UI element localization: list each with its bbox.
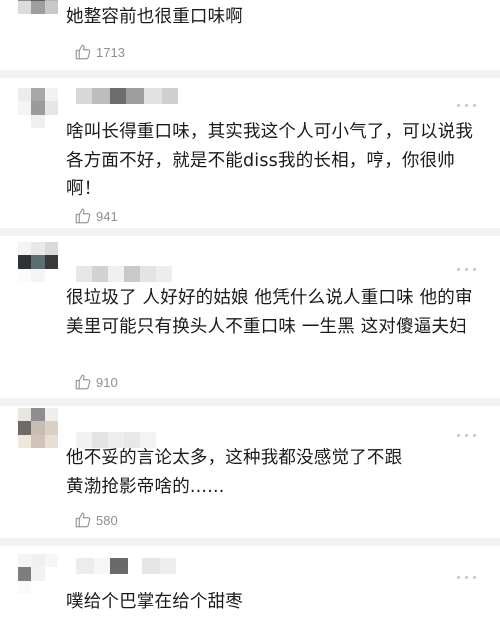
comment-text: 她整容前也很重口味啊: [66, 7, 243, 27]
like-count: 1713: [96, 44, 125, 60]
thumbs-up-icon: [75, 208, 91, 224]
avatar[interactable]: [18, 88, 58, 128]
comment-item: 很垃圾了 人好好的姑娘 他凭什么说人重口味 他的审美里可能只有换头人不重口味 一…: [0, 236, 500, 396]
thumbs-up-icon: [75, 374, 91, 390]
divider: [0, 538, 500, 546]
divider: [0, 70, 500, 78]
divider: [0, 398, 500, 406]
avatar[interactable]: [18, 554, 58, 594]
more-dots-icon[interactable]: [450, 572, 476, 582]
thumbs-up-icon: [75, 512, 91, 528]
like-button[interactable]: 1713: [74, 42, 125, 62]
like-count: 910: [96, 374, 118, 390]
like-count: 941: [96, 208, 118, 224]
comment-item: 啥叫长得重口味，其实我这个人可小气了，可以说我各方面不好，就是不能diss我的长…: [0, 78, 500, 226]
divider: [0, 228, 500, 236]
thumbs-up-icon: [75, 44, 91, 60]
like-button[interactable]: 941: [74, 206, 118, 226]
comment-text: 噗给个巴掌在给个甜枣: [66, 592, 243, 612]
comment-item: 噗给个巴掌在给个甜枣: [0, 546, 500, 617]
username[interactable]: [76, 266, 172, 282]
comment-text: 很垃圾了 人好好的姑娘 他凭什么说人重口味 他的审美里可能只有换头人不重口味 一…: [66, 288, 473, 337]
like-button[interactable]: 580: [74, 510, 118, 530]
like-button[interactable]: 910: [74, 372, 118, 392]
comment-text: 啥叫长得重口味，其实我这个人可小气了，可以说我各方面不好，就是不能diss我的长…: [66, 122, 474, 199]
avatar[interactable]: [18, 0, 58, 14]
more-dots-icon[interactable]: [450, 100, 476, 110]
more-dots-icon[interactable]: [450, 264, 476, 274]
avatar[interactable]: [18, 408, 58, 448]
more-dots-icon[interactable]: [450, 430, 476, 440]
username[interactable]: [76, 88, 178, 104]
comment-item: 她整容前也很重口味啊 1713: [0, 0, 500, 70]
comment-text: 他不妥的言论太多，这种我都没感觉了不跟黄渤抢影帝啥的......: [66, 448, 403, 497]
username[interactable]: [76, 558, 176, 574]
avatar[interactable]: [18, 242, 58, 282]
comment-item: 他不妥的言论太多，这种我都没感觉了不跟黄渤抢影帝啥的...... 580: [0, 406, 500, 536]
like-count: 580: [96, 512, 118, 528]
